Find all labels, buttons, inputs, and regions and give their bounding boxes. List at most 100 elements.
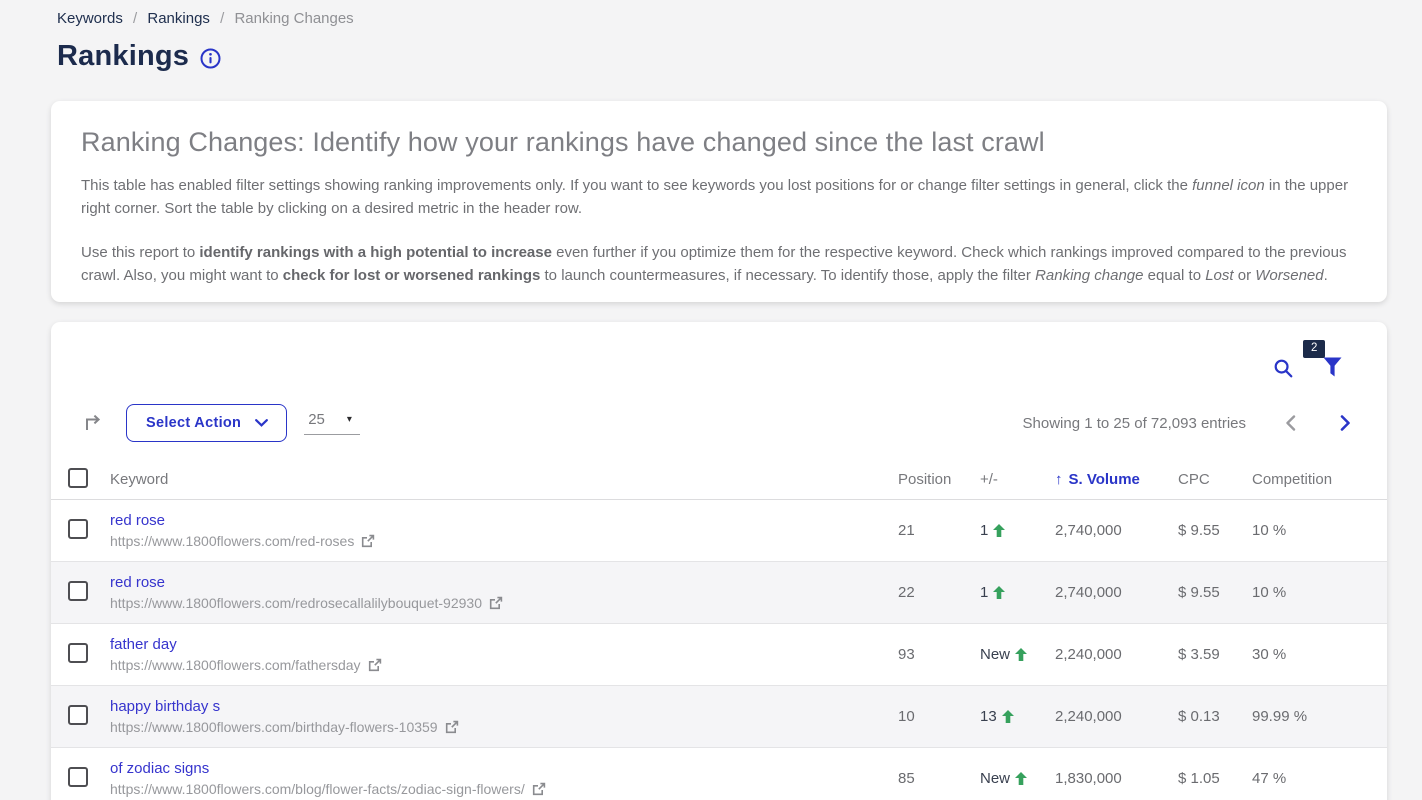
breadcrumb: Keywords / Rankings / Ranking Changes xyxy=(57,10,354,27)
external-link-icon[interactable] xyxy=(361,534,375,548)
cpc-value: $ 9.55 xyxy=(1178,584,1252,601)
ranking-url: https://www.1800flowers.com/fathersday xyxy=(110,657,361,673)
external-link-icon[interactable] xyxy=(532,782,546,796)
volume-value: 2,740,000 xyxy=(1055,584,1178,601)
breadcrumb-separator: / xyxy=(133,10,137,27)
volume-value: 1,830,000 xyxy=(1055,770,1178,787)
volume-value: 2,740,000 xyxy=(1055,522,1178,539)
table-header-row: Keyword Position +/- ↑ S. Volume CPC Comp… xyxy=(51,460,1387,500)
row-checkbox[interactable] xyxy=(68,705,88,725)
intro-card: Ranking Changes: Identify how your ranki… xyxy=(51,101,1387,302)
breadcrumb-ranking-changes: Ranking Changes xyxy=(234,10,353,27)
funnel-icon-mention: funnel icon xyxy=(1192,177,1265,194)
italic-text: Worsened xyxy=(1255,267,1323,284)
external-link-icon[interactable] xyxy=(489,596,503,610)
position-value: 21 xyxy=(898,522,980,539)
bold-text: check for lost or worsened rankings xyxy=(283,267,541,284)
pagination-prev-icon[interactable] xyxy=(1285,415,1296,431)
volume-value: 2,240,000 xyxy=(1055,708,1178,725)
intro-paragraph-1: This table has enabled filter settings s… xyxy=(81,174,1353,220)
cpc-value: $ 1.05 xyxy=(1178,770,1252,787)
bold-text: identify rankings with a high potential … xyxy=(199,244,552,261)
arrow-up-icon xyxy=(1002,710,1014,723)
ranking-url: https://www.1800flowers.com/blog/flower-… xyxy=(110,781,525,797)
keyword-link[interactable]: red rose xyxy=(110,512,165,529)
header-keyword[interactable]: Keyword xyxy=(110,471,898,488)
table-row: red rose https://www.1800flowers.com/red… xyxy=(51,500,1387,562)
arrow-up-icon xyxy=(1015,772,1027,785)
select-action-dropdown[interactable]: Select Action xyxy=(126,404,287,442)
select-all-checkbox[interactable] xyxy=(68,468,88,488)
intro-heading: Ranking Changes: Identify how your ranki… xyxy=(81,127,1353,158)
change-value: 1 xyxy=(980,522,988,539)
external-link-icon[interactable] xyxy=(445,720,459,734)
pagination-next-icon[interactable] xyxy=(1340,415,1351,431)
text: . xyxy=(1324,267,1328,284)
external-link-icon[interactable] xyxy=(368,658,382,672)
change-value: New xyxy=(980,770,1010,787)
arrow-up-icon xyxy=(993,524,1005,537)
keyword-link[interactable]: happy birthday s xyxy=(110,698,220,715)
filter-count-badge: 2 xyxy=(1303,340,1325,358)
caret-down-icon: ▾ xyxy=(347,414,352,425)
header-s-volume-label: S. Volume xyxy=(1069,471,1140,488)
chevron-down-icon xyxy=(255,414,268,432)
competition-value: 10 % xyxy=(1252,522,1387,539)
ranking-url: https://www.1800flowers.com/birthday-flo… xyxy=(110,719,438,735)
intro-paragraph-2: Use this report to identify rankings wit… xyxy=(81,241,1353,287)
change-value: 1 xyxy=(980,584,988,601)
row-checkbox[interactable] xyxy=(68,519,88,539)
header-cpc[interactable]: CPC xyxy=(1178,471,1252,488)
table-row: happy birthday s https://www.1800flowers… xyxy=(51,686,1387,748)
table-row: father day https://www.1800flowers.com/f… xyxy=(51,624,1387,686)
breadcrumb-rankings[interactable]: Rankings xyxy=(147,10,210,27)
ranking-url: https://www.1800flowers.com/red-roses xyxy=(110,533,354,549)
row-checkbox[interactable] xyxy=(68,767,88,787)
info-icon[interactable] xyxy=(200,48,221,69)
text: This table has enabled filter settings s… xyxy=(81,177,1192,194)
sort-asc-icon: ↑ xyxy=(1055,471,1063,488)
page-size-value: 25 xyxy=(308,411,325,428)
arrow-up-icon xyxy=(993,586,1005,599)
arrow-up-icon xyxy=(1015,648,1027,661)
filter-funnel-icon[interactable]: 2 xyxy=(1323,357,1342,378)
change-value: 13 xyxy=(980,708,997,725)
rankings-table: Keyword Position +/- ↑ S. Volume CPC Comp… xyxy=(51,460,1387,800)
competition-value: 10 % xyxy=(1252,584,1387,601)
position-value: 22 xyxy=(898,584,980,601)
header-position[interactable]: Position xyxy=(898,471,980,488)
showing-entries-text: Showing 1 to 25 of 72,093 entries xyxy=(1023,415,1247,432)
competition-value: 99.99 % xyxy=(1252,708,1387,725)
header-competition[interactable]: Competition xyxy=(1252,471,1387,488)
keyword-link[interactable]: of zodiac signs xyxy=(110,760,209,777)
text: or xyxy=(1234,267,1256,284)
cpc-value: $ 3.59 xyxy=(1178,646,1252,663)
table-row: red rose https://www.1800flowers.com/red… xyxy=(51,562,1387,624)
ranking-url: https://www.1800flowers.com/redrosecalla… xyxy=(110,595,482,611)
italic-text: Lost xyxy=(1205,267,1233,284)
page-size-select[interactable]: 25 ▾ xyxy=(304,411,360,435)
competition-value: 30 % xyxy=(1252,646,1387,663)
forward-arrow-icon[interactable] xyxy=(84,414,102,432)
page-title: Rankings xyxy=(57,40,189,73)
search-icon[interactable] xyxy=(1274,359,1293,378)
page: Keywords / Rankings / Ranking Changes Ra… xyxy=(0,0,1422,800)
table-row: of zodiac signs https://www.1800flowers.… xyxy=(51,748,1387,800)
text: equal to xyxy=(1143,267,1205,284)
breadcrumb-keywords[interactable]: Keywords xyxy=(57,10,123,27)
keyword-link[interactable]: red rose xyxy=(110,574,165,591)
table-card: 2 Select Action xyxy=(51,322,1387,800)
position-value: 10 xyxy=(898,708,980,725)
breadcrumb-separator: / xyxy=(220,10,224,27)
volume-value: 2,240,000 xyxy=(1055,646,1178,663)
competition-value: 47 % xyxy=(1252,770,1387,787)
row-checkbox[interactable] xyxy=(68,643,88,663)
position-value: 93 xyxy=(898,646,980,663)
row-checkbox[interactable] xyxy=(68,581,88,601)
cpc-value: $ 0.13 xyxy=(1178,708,1252,725)
header-s-volume[interactable]: ↑ S. Volume xyxy=(1055,471,1178,488)
text: Use this report to xyxy=(81,244,199,261)
keyword-link[interactable]: father day xyxy=(110,636,177,653)
text: to launch countermeasures, if necessary.… xyxy=(540,267,1035,284)
header-change[interactable]: +/- xyxy=(980,471,1055,488)
